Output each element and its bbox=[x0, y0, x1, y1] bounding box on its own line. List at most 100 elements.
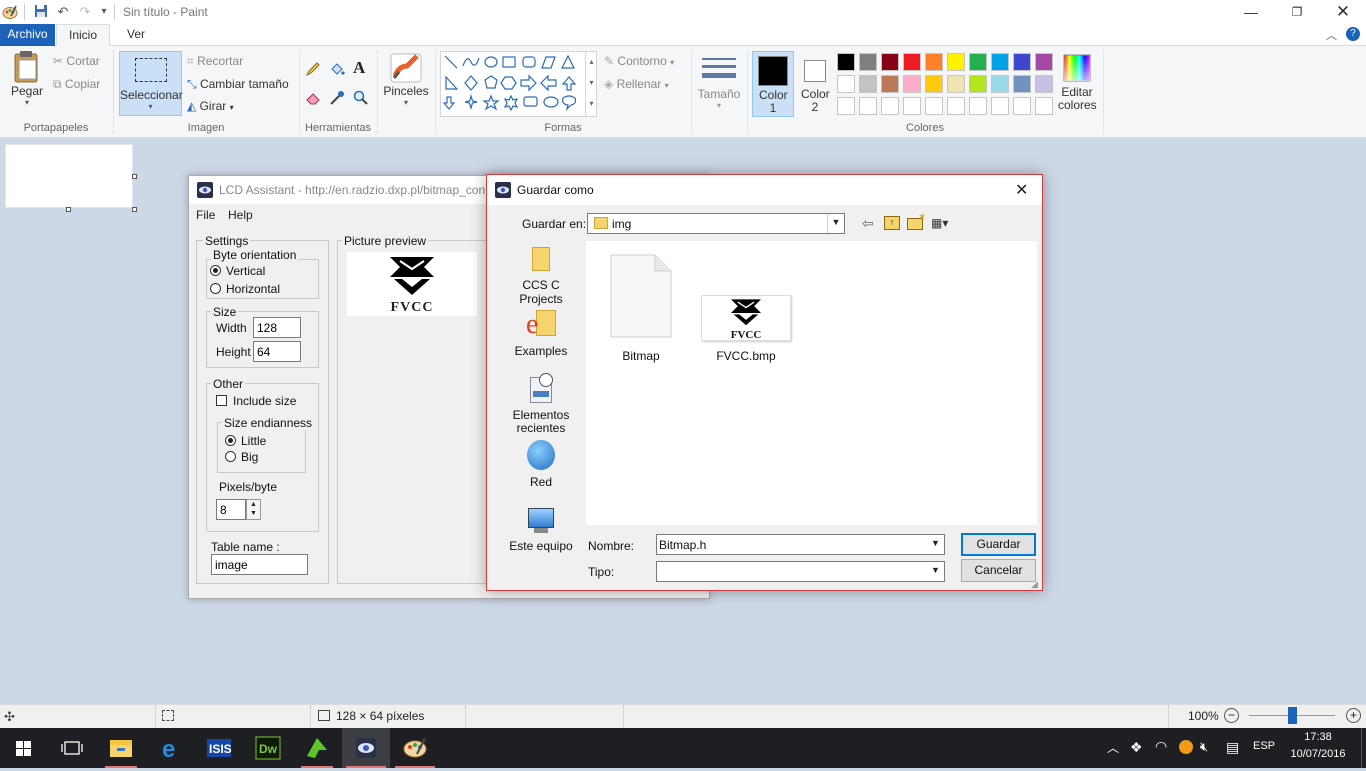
zoom-out-button[interactable]: − bbox=[1224, 708, 1239, 723]
resize-handle-bottom[interactable] bbox=[66, 207, 71, 212]
file-name-value[interactable]: Bitmap.h bbox=[659, 538, 706, 552]
height-input[interactable] bbox=[253, 341, 301, 362]
palette-swatch[interactable] bbox=[837, 53, 855, 71]
resize-button[interactable]: ⤡ Cambiar tamaño bbox=[187, 77, 289, 92]
pixels-per-byte-input[interactable] bbox=[216, 499, 246, 520]
paint-app-icon[interactable] bbox=[2, 4, 18, 20]
custom-color-slot[interactable] bbox=[859, 97, 877, 115]
chevron-down-icon[interactable]: ▼ bbox=[927, 562, 944, 581]
paint-taskbar-icon[interactable] bbox=[391, 728, 439, 768]
shapes-scroll[interactable]: ▴ ▾ ▾ bbox=[585, 51, 597, 117]
copy-button[interactable]: ⧉ Copiar bbox=[53, 77, 100, 92]
cancel-button[interactable]: Cancelar bbox=[961, 559, 1036, 582]
clock-time[interactable]: 17:38 bbox=[1286, 731, 1350, 743]
eraser-icon[interactable] bbox=[305, 90, 321, 106]
color2-button[interactable]: Color 2 bbox=[796, 51, 834, 117]
palette-swatch[interactable] bbox=[1013, 53, 1031, 71]
palette-swatch[interactable] bbox=[1035, 53, 1053, 71]
text-tool-icon[interactable]: A bbox=[353, 58, 365, 78]
place-network[interactable]: Red bbox=[501, 440, 581, 489]
palette-swatch[interactable] bbox=[881, 75, 899, 93]
horizontal-radio[interactable] bbox=[210, 283, 221, 294]
color-picker-icon[interactable] bbox=[329, 90, 345, 106]
palette-swatch[interactable] bbox=[1013, 75, 1031, 93]
chevron-down-icon[interactable]: ▼ bbox=[827, 214, 844, 233]
customize-qa-icon[interactable]: ▾ bbox=[96, 4, 112, 20]
palette-swatch[interactable] bbox=[859, 75, 877, 93]
fill-bucket-icon[interactable] bbox=[329, 61, 345, 77]
isis-app-icon[interactable]: ISIS bbox=[195, 728, 243, 768]
dropbox-icon[interactable]: ❖ bbox=[1130, 739, 1143, 756]
outline-button[interactable]: ✎ Contorno ▾ bbox=[604, 54, 674, 68]
dreamweaver-icon[interactable]: Dw bbox=[244, 728, 292, 768]
show-desktop-button[interactable] bbox=[1361, 728, 1362, 768]
place-examples[interactable]: e Examples bbox=[501, 310, 581, 358]
file-name-combo[interactable]: Bitmap.h ▼ bbox=[656, 534, 945, 555]
zoom-in-button[interactable]: + bbox=[1346, 708, 1361, 723]
zoom-slider-thumb[interactable] bbox=[1288, 707, 1297, 724]
palette-swatch[interactable] bbox=[903, 53, 921, 71]
magnifier-icon[interactable] bbox=[353, 90, 369, 106]
palette-swatch[interactable] bbox=[1035, 75, 1053, 93]
size-button[interactable]: Tamaño ▾ bbox=[697, 54, 741, 116]
save-button[interactable]: Guardar bbox=[961, 533, 1036, 556]
undo-icon[interactable]: ↶ bbox=[55, 4, 71, 20]
custom-color-slot[interactable] bbox=[1035, 97, 1053, 115]
palette-swatch[interactable] bbox=[947, 75, 965, 93]
size-grip-icon[interactable]: ◢ bbox=[1031, 579, 1038, 590]
palette-swatch[interactable] bbox=[969, 75, 987, 93]
save-in-combo[interactable]: img ▼ bbox=[587, 213, 845, 234]
pencil-icon[interactable] bbox=[305, 61, 321, 77]
view-menu-icon[interactable]: ▦▾ bbox=[931, 216, 957, 231]
width-input[interactable] bbox=[253, 317, 301, 338]
edit-colors-button[interactable]: Editar colores bbox=[1058, 53, 1097, 119]
rotate-button[interactable]: ◭ Girar ▾ bbox=[187, 99, 234, 113]
brushes-button[interactable]: Pinceles ▾ bbox=[382, 52, 430, 116]
paste-button[interactable]: Pegar ▾ bbox=[6, 50, 48, 116]
custom-color-slot[interactable] bbox=[991, 97, 1009, 115]
custom-color-slot[interactable] bbox=[925, 97, 943, 115]
palette-swatch[interactable] bbox=[969, 53, 987, 71]
collapse-ribbon-icon[interactable]: ︿ bbox=[1326, 27, 1337, 43]
tab-archivo[interactable]: Archivo bbox=[0, 24, 55, 46]
custom-color-slot[interactable] bbox=[969, 97, 987, 115]
color1-button[interactable]: Color 1 bbox=[752, 51, 794, 117]
cut-button[interactable]: ✂ Cortar bbox=[53, 54, 100, 68]
custom-color-slot[interactable] bbox=[1013, 97, 1031, 115]
restore-button[interactable]: ❐ bbox=[1274, 0, 1320, 24]
custom-color-slot[interactable] bbox=[881, 97, 899, 115]
back-arrow-icon[interactable]: ⇦ bbox=[862, 215, 874, 232]
place-ccs-projects[interactable]: CCS C Projects bbox=[501, 247, 581, 306]
resize-handle-corner[interactable] bbox=[132, 207, 137, 212]
crop-button[interactable]: ⌗ Recortar bbox=[187, 54, 243, 69]
resize-handle-right[interactable] bbox=[132, 174, 137, 179]
help-icon[interactable]: ? bbox=[1346, 27, 1360, 41]
pixels-per-byte-spinner[interactable]: ▲ ▼ bbox=[246, 499, 261, 520]
table-name-input[interactable] bbox=[211, 554, 308, 575]
custom-color-slot[interactable] bbox=[947, 97, 965, 115]
little-radio[interactable] bbox=[225, 435, 236, 446]
palette-swatch[interactable] bbox=[991, 53, 1009, 71]
avast-icon[interactable] bbox=[1179, 740, 1193, 754]
show-hidden-icons[interactable]: ︿ bbox=[1107, 739, 1119, 756]
menu-file[interactable]: File bbox=[196, 208, 215, 222]
file-explorer-icon[interactable] bbox=[97, 728, 145, 768]
menu-help[interactable]: Help bbox=[228, 208, 253, 222]
palette-swatch[interactable] bbox=[837, 75, 855, 93]
palette-swatch[interactable] bbox=[925, 53, 943, 71]
up-folder-icon[interactable]: ↑ bbox=[884, 216, 900, 230]
palette-swatch[interactable] bbox=[903, 75, 921, 93]
include-size-checkbox[interactable] bbox=[216, 395, 227, 406]
fill-button[interactable]: ◈ Rellenar ▾ bbox=[604, 77, 669, 91]
language-indicator[interactable]: ESP bbox=[1253, 740, 1275, 752]
vertical-radio[interactable] bbox=[210, 265, 221, 276]
tab-ver[interactable]: Ver bbox=[118, 24, 154, 46]
chevron-down-icon[interactable]: ▼ bbox=[927, 535, 944, 554]
custom-color-slot[interactable] bbox=[837, 97, 855, 115]
action-center-icon[interactable]: ▤ bbox=[1226, 739, 1239, 756]
file-list[interactable]: Bitmap FVCC FVCC.bmp bbox=[586, 241, 1037, 525]
palette-swatch[interactable] bbox=[991, 75, 1009, 93]
wifi-icon[interactable]: ◠ bbox=[1155, 738, 1167, 755]
big-radio[interactable] bbox=[225, 451, 236, 462]
redo-icon[interactable]: ↷ bbox=[77, 4, 93, 20]
